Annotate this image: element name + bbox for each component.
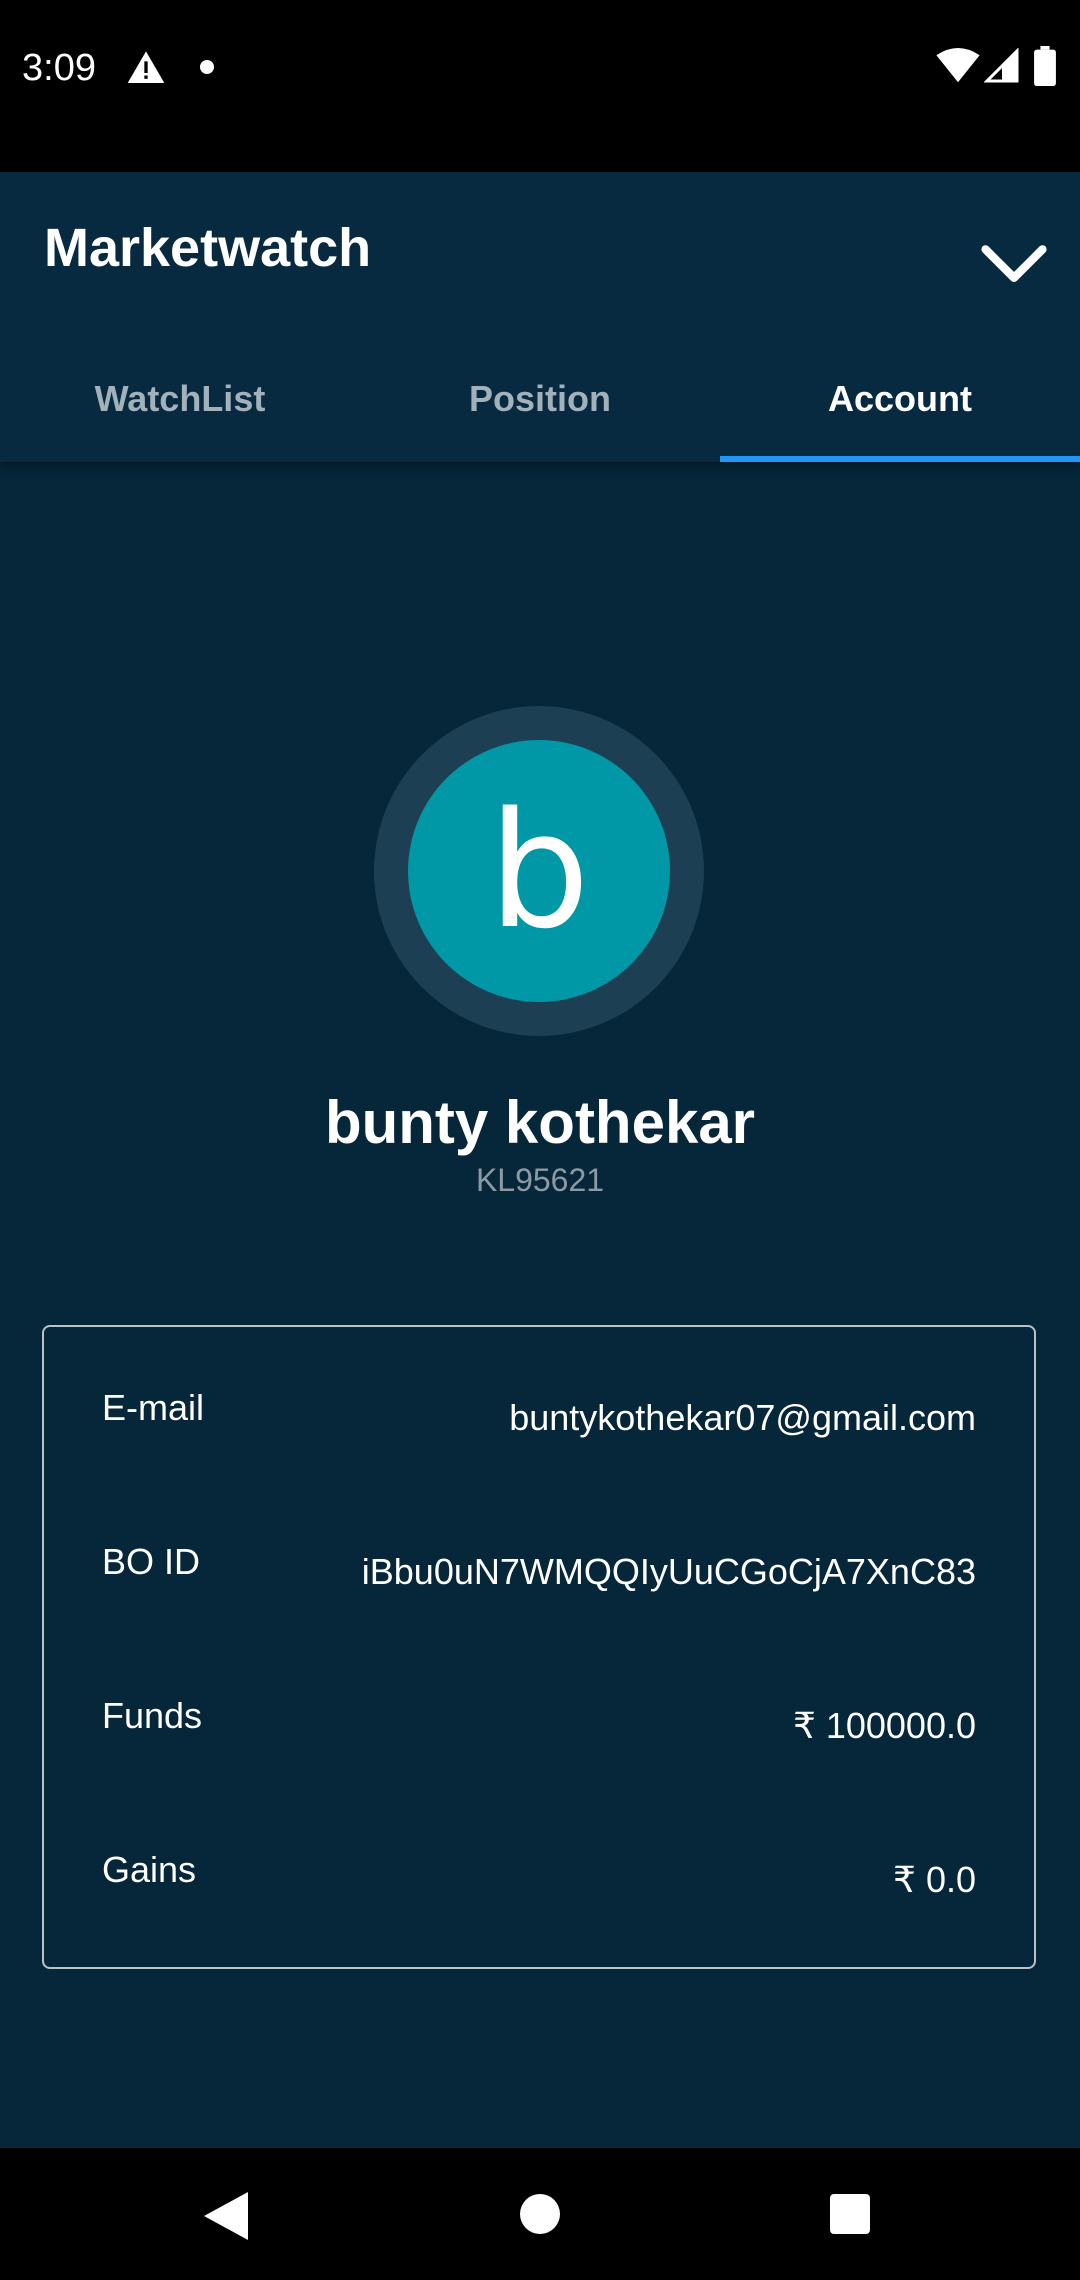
wifi-icon — [936, 48, 980, 83]
gains-value: ₹ 0.0 — [893, 1859, 976, 1900]
bo-id-row: BO ID iBbu0uN7WMQQIyUuCGoCjA7XnC83 — [102, 1537, 976, 1617]
tab-watchlist-label: WatchList — [94, 378, 266, 419]
funds-value: ₹ 100000.0 — [792, 1705, 976, 1746]
avatar: b — [408, 740, 670, 1002]
tab-indicator — [720, 456, 1080, 462]
tab-bar: WatchList Position Account — [0, 352, 1080, 462]
funds-label: Funds — [102, 1695, 203, 1736]
app-title: Marketwatch — [44, 218, 372, 278]
email-value: buntykothekar07@gmail.com — [509, 1397, 976, 1438]
warning-icon — [127, 51, 165, 83]
status-bar: 3:09 — [0, 0, 1080, 172]
home-icon[interactable] — [520, 2194, 560, 2234]
chevron-down-icon[interactable] — [976, 224, 1052, 300]
recents-icon[interactable] — [830, 2194, 870, 2234]
app-bar: Marketwatch WatchList Position Account — [0, 172, 1080, 462]
account-info-card: E-mail buntykothekar07@gmail.com BO ID i… — [42, 1325, 1036, 1969]
client-id: KL95621 — [475, 1162, 605, 1198]
tab-position-label: Position — [469, 378, 611, 419]
tab-account[interactable]: Account — [720, 352, 1080, 462]
notification-dot-icon — [200, 60, 214, 74]
email-row: E-mail buntykothekar07@gmail.com — [102, 1383, 976, 1463]
funds-row: Funds ₹ 100000.0 — [102, 1691, 976, 1771]
gains-row: Gains ₹ 0.0 — [102, 1845, 976, 1925]
tab-watchlist[interactable]: WatchList — [0, 352, 360, 462]
battery-icon — [1034, 46, 1056, 86]
signal-icon — [984, 48, 1019, 83]
bo-id-label: BO ID — [102, 1541, 201, 1582]
system-nav-bar — [0, 2148, 1080, 2280]
gains-label: Gains — [102, 1849, 197, 1890]
account-screen: 3:09 Marketwatch WatchList Position Acco… — [0, 0, 1080, 2280]
tab-account-label: Account — [828, 378, 972, 419]
bo-id-value: iBbu0uN7WMQQIyUuCGoCjA7XnC83 — [361, 1551, 976, 1592]
user-name: bunty kothekar — [324, 1089, 756, 1156]
status-time: 3:09 — [22, 47, 96, 89]
back-icon[interactable] — [204, 2192, 248, 2240]
email-label: E-mail — [102, 1387, 205, 1428]
tab-position[interactable]: Position — [360, 352, 720, 462]
